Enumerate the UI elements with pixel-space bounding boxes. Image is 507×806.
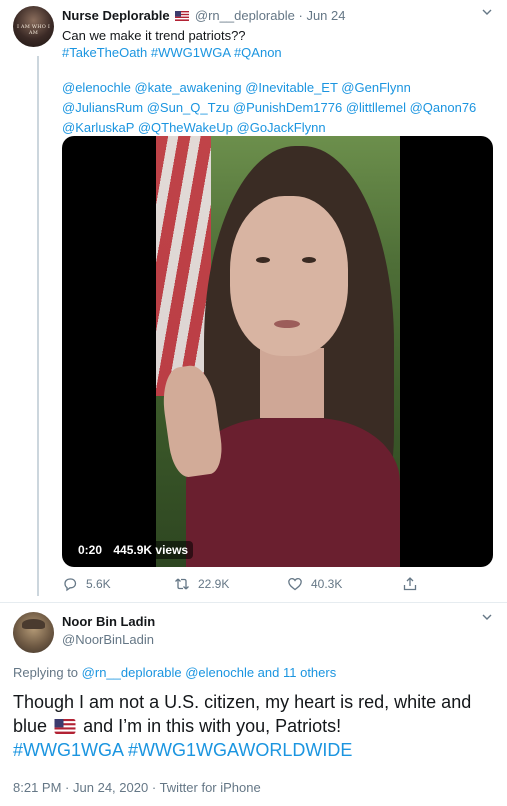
separator: ·	[151, 780, 157, 795]
mentions-line[interactable]: @KarluskaP @QTheWakeUp @GoJackFlynn	[62, 118, 492, 138]
divider	[0, 602, 507, 603]
replying-handles[interactable]: @rn__deplorable @elenochle and 11 others	[82, 665, 337, 680]
replying-to: Replying to @rn__deplorable @elenochle a…	[13, 665, 336, 680]
hashtags[interactable]: #WWG1WGA #WWG1WGAWORLDWIDE	[13, 740, 352, 760]
author-name[interactable]: Noor Bin Ladin	[62, 614, 155, 629]
us-flag-icon	[54, 719, 76, 734]
video-subject-mouth	[274, 320, 300, 328]
tweet-header: Nurse Deplorable @rn__deplorable · Jun 2…	[62, 8, 345, 23]
reply-text: Though I am not a U.S. citizen, my heart…	[13, 690, 493, 762]
separator: ·	[298, 8, 303, 23]
chevron-down-icon[interactable]	[482, 612, 492, 622]
tweet-date[interactable]: Jun 24, 2020	[73, 780, 148, 795]
reply-icon	[64, 578, 77, 592]
share-icon	[403, 577, 417, 591]
mentions-line[interactable]: @JuliansRum @Sun_Q_Tzu @PunishDem1776 @l…	[62, 98, 492, 118]
video-views: 445.9K views	[113, 543, 189, 557]
mentions-line[interactable]: @elenochle @kate_awakening @Inevitable_E…	[62, 78, 492, 98]
heart-icon	[288, 577, 302, 591]
chevron-down-icon[interactable]	[482, 7, 492, 17]
video-frame	[156, 136, 400, 567]
retweet-icon	[175, 578, 189, 590]
tweet-source[interactable]: Twitter for iPhone	[160, 780, 261, 795]
reply-count: 5.6K	[86, 577, 111, 591]
avatar-text: I AM WHO I AM	[16, 24, 51, 36]
video-subject-neck	[260, 348, 324, 418]
tweet-text: Can we make it trend patriots?? #TakeThe…	[62, 27, 492, 61]
thread-line	[37, 56, 39, 596]
reply-text-part: and I’m in this with you, Patriots!	[83, 716, 342, 736]
hashtags[interactable]: #TakeTheOath #WWG1WGA #QAnon	[62, 44, 492, 61]
author-name[interactable]: Nurse Deplorable	[62, 8, 170, 23]
like-count: 40.3K	[311, 577, 343, 591]
video-time: 0:20	[78, 543, 103, 557]
separator: ·	[65, 780, 70, 795]
retweet-button[interactable]: 22.9K	[174, 576, 229, 592]
tweet-actions: 5.6K 22.9K 40.3K	[62, 576, 422, 594]
author-handle[interactable]: @NoorBinLadin	[62, 632, 154, 647]
mentions: @elenochle @kate_awakening @Inevitable_E…	[62, 78, 492, 138]
avatar[interactable]: I AM WHO I AM	[13, 6, 54, 47]
video-subject-eye	[256, 257, 270, 263]
author-handle[interactable]: @rn__deplorable	[195, 8, 295, 23]
replying-prefix: Replying to	[13, 665, 79, 680]
video-player[interactable]: 0:20 445.9K views	[62, 136, 493, 567]
video-subject-eye	[302, 257, 316, 263]
like-button[interactable]: 40.3K	[287, 576, 342, 592]
video-subject-face	[230, 196, 348, 356]
reply-button[interactable]: 5.6K	[62, 576, 111, 592]
background-flag	[156, 136, 211, 396]
retweet-count: 22.9K	[198, 577, 230, 591]
tweet-time[interactable]: 8:21 PM	[13, 780, 61, 795]
video-stats: 0:20 445.9K views	[73, 541, 194, 559]
tweet-text-line: Can we make it trend patriots??	[62, 28, 246, 43]
avatar-hat	[22, 619, 45, 629]
avatar[interactable]	[13, 612, 54, 653]
share-button[interactable]	[402, 576, 426, 592]
tweet-meta: 8:21 PM · Jun 24, 2020 · Twitter for iPh…	[13, 780, 261, 795]
tweet-date[interactable]: Jun 24	[306, 8, 345, 23]
us-flag-icon	[175, 11, 190, 21]
